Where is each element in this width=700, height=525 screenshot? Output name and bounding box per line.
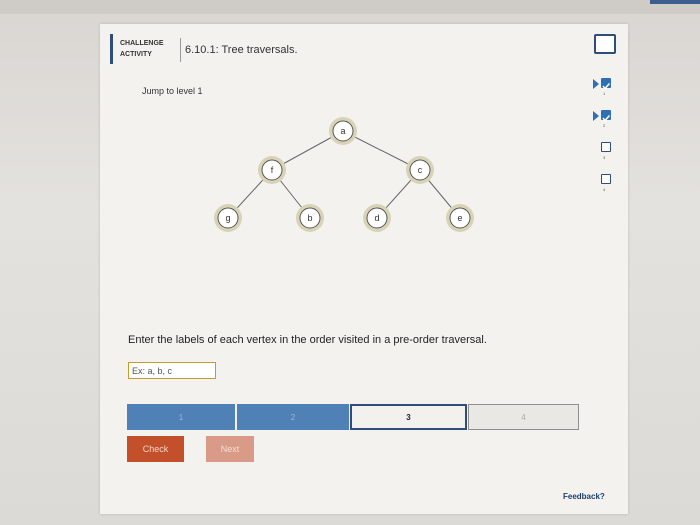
tree-node-f: f [258, 156, 286, 184]
check-button[interactable]: Check [127, 436, 184, 462]
level-2-checkbox[interactable] [601, 110, 611, 122]
top-edge-tab [650, 0, 700, 4]
tree-node-label: g [225, 213, 230, 223]
challenge-activity-card: CHALLENGE ACTIVITY 6.10.1: Tree traversa… [100, 24, 628, 514]
check-icon [602, 82, 611, 90]
binary-tree-diagram: a f c g b d e [214, 117, 474, 232]
level-4-number: 4 [603, 187, 606, 192]
current-level-arrow-icon [593, 79, 599, 89]
tree-node-a: a [329, 117, 357, 145]
answer-input[interactable] [128, 362, 216, 379]
level-3-checkbox[interactable] [601, 142, 611, 152]
tree-node-g: g [214, 204, 242, 232]
tree-node-c: c [406, 156, 434, 184]
check-icon [602, 114, 611, 122]
tree-node-d: d [363, 204, 391, 232]
level-summary-box [594, 34, 616, 54]
level-4-checkbox[interactable] [601, 174, 611, 184]
top-strip [0, 0, 700, 14]
feedback-link[interactable]: Feedback? [563, 492, 605, 501]
level-progress-bar: 1 2 3 4 [127, 404, 579, 430]
tree-node-label: a [340, 126, 345, 136]
level-2-arrow-icon [593, 111, 599, 121]
tree-nodes: a f c g b d e [214, 117, 474, 232]
progress-segment-4[interactable]: 4 [468, 404, 579, 430]
tree-node-b: b [296, 204, 324, 232]
level-1-number: 1 [603, 91, 606, 96]
tree-node-label: c [418, 165, 423, 175]
progress-segment-2[interactable]: 2 [237, 404, 349, 430]
level-1-checkbox[interactable] [601, 78, 611, 90]
tree-node-label: d [374, 213, 379, 223]
progress-segment-3[interactable]: 3 [350, 404, 467, 430]
tree-node-label: e [457, 213, 462, 223]
level-3-number: 3 [603, 155, 606, 160]
next-button[interactable]: Next [206, 436, 254, 462]
level-2-number: 2 [603, 123, 606, 128]
question-prompt: Enter the labels of each vertex in the o… [128, 334, 487, 346]
tree-node-e: e [446, 204, 474, 232]
tree-node-label: b [307, 213, 312, 223]
progress-segment-1[interactable]: 1 [127, 404, 235, 430]
